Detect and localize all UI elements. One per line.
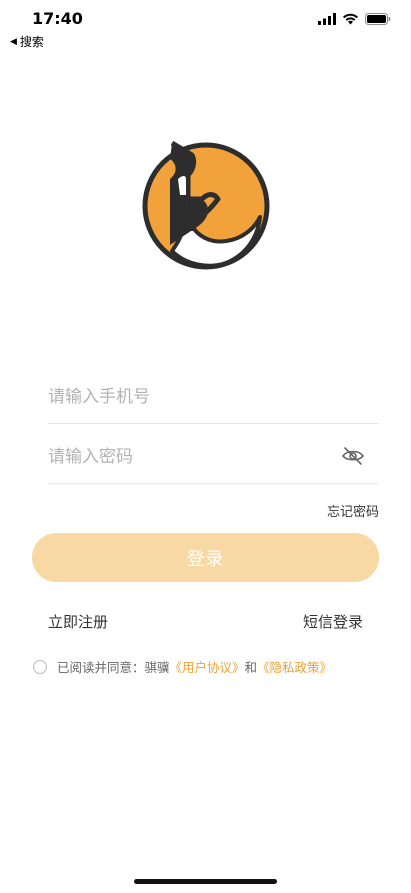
back-arrow-icon: ◀ <box>10 36 17 47</box>
agreement-conjunction: 和 <box>244 660 258 675</box>
login-button[interactable]: 登录 <box>32 533 379 582</box>
password-input[interactable] <box>48 432 328 482</box>
back-to-search-link[interactable]: ◀ 搜索 <box>10 33 44 50</box>
status-bar: 17:40 ◀ 搜索 <box>0 0 411 49</box>
agreement-prefix: 已阅读并同意：骐骥 <box>57 660 170 675</box>
battery-icon <box>365 13 391 25</box>
status-icons <box>318 13 391 25</box>
agreement-checkbox[interactable] <box>33 659 47 674</box>
sms-login-link[interactable]: 短信登录 <box>303 611 363 632</box>
phone-input[interactable] <box>48 372 328 422</box>
back-label: 搜索 <box>19 35 44 49</box>
eye-off-icon[interactable] <box>341 446 365 466</box>
signal-icon <box>318 13 336 25</box>
register-link[interactable]: 立即注册 <box>48 611 108 632</box>
app-logo-icon <box>142 140 270 270</box>
agreement-row: 已阅读并同意：骐骥 《用户协议》 和 《隐私政策》 <box>33 657 332 676</box>
user-agreement-link[interactable]: 《用户协议》 <box>170 657 245 676</box>
password-field[interactable] <box>48 432 379 484</box>
forgot-password-link[interactable]: 忘记密码 <box>327 501 379 520</box>
status-time: 17:40 <box>32 9 83 28</box>
wifi-icon <box>343 13 358 25</box>
home-indicator[interactable] <box>134 879 277 884</box>
phone-field[interactable] <box>48 372 379 424</box>
privacy-policy-link[interactable]: 《隐私政策》 <box>257 657 332 676</box>
